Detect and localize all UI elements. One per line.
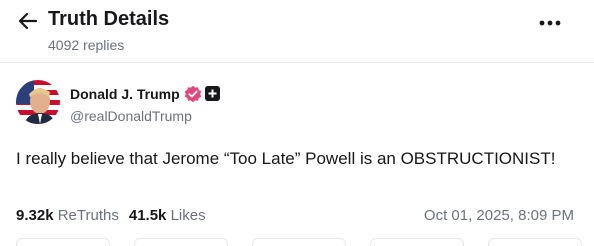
post-timestamp: Oct 01, 2025, 8:09 PM (423, 207, 574, 224)
header-divider (0, 62, 594, 63)
plus-badge-icon (205, 86, 220, 101)
author-name[interactable]: Donald J. Trump (70, 86, 180, 102)
likes-label: Likes (170, 207, 206, 224)
page-title: Truth Details (48, 8, 170, 30)
post-stats: 9.32k ReTruths 41.5k Likes (16, 207, 206, 224)
likes-count: 41.5k (128, 207, 167, 224)
likes-stat[interactable]: 41.5k Likes (129, 207, 206, 224)
page-header: Truth Details 4092 replies (0, 0, 594, 62)
retruths-label: ReTruths (57, 207, 119, 224)
retruths-count: 9.32k (16, 207, 54, 224)
more-options-icon[interactable] (537, 18, 563, 28)
verified-badge-icon (184, 85, 202, 103)
author-handle[interactable]: @realDonaldTrump (70, 108, 192, 124)
avatar[interactable] (16, 80, 60, 124)
replies-count: 4092 replies (48, 37, 125, 53)
post-text: I really believe that Jerome “Too Late” … (16, 149, 556, 168)
retruths-stat[interactable]: 9.32k ReTruths (16, 207, 119, 224)
back-arrow-icon[interactable] (16, 9, 40, 33)
